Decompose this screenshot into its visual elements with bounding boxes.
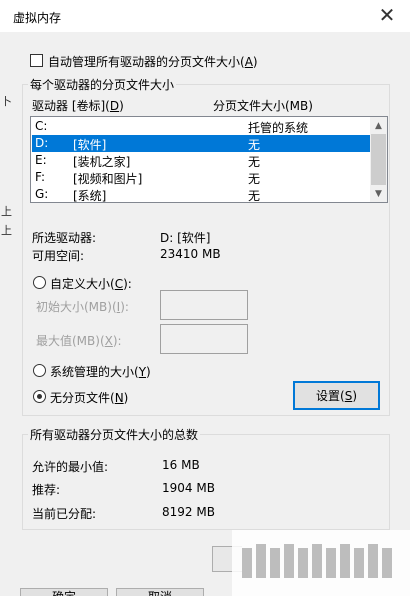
dialog-title: 虚拟内存 (13, 11, 62, 25)
selected-drive-label: 所选驱动器: (32, 231, 97, 245)
drive-letter: D: (35, 136, 49, 150)
drive-label: [装机之家] (73, 155, 131, 169)
recommended-label: 推荐: (32, 483, 61, 497)
close-icon: ✕ (378, 3, 396, 27)
drive-label: [软件] (73, 138, 107, 152)
free-space-label: 可用空间: (32, 249, 85, 263)
cancel-button[interactable]: 取消 (116, 588, 204, 596)
background-window-fragment: 上 (1, 224, 12, 237)
background-window-fragment: 卜 (1, 95, 12, 108)
min-size-value: 16 MB (162, 458, 200, 472)
no-paging-label[interactable]: 无分页文件(N) (50, 389, 128, 406)
max-size-input[interactable] (160, 324, 248, 354)
scroll-thumb[interactable] (371, 134, 386, 185)
drive-row-e[interactable]: E: [装机之家] 无 (32, 152, 372, 169)
drive-label: [系统] (73, 189, 107, 203)
set-button[interactable]: 设置(S) (293, 381, 380, 410)
totals-group-title: 所有驱动器分页文件大小的总数 (28, 426, 201, 443)
recommended-value: 1904 MB (162, 481, 215, 495)
drive-letter: E: (35, 153, 47, 167)
drive-size: 无 (248, 155, 261, 169)
drive-size: 托管的系统 (248, 121, 309, 135)
drive-letter: C: (35, 119, 48, 133)
close-button[interactable]: ✕ (374, 2, 400, 28)
background-window-fragment: 上 (1, 205, 12, 218)
drive-row-g[interactable]: G: [系统] 无 (32, 186, 372, 203)
auto-manage-checkbox[interactable] (30, 54, 43, 67)
drive-row-d[interactable]: D: [软件] 无 (32, 135, 372, 152)
drive-letter: G: (35, 187, 49, 201)
selected-drive-value: D: [软件] (160, 231, 211, 245)
drive-label: [视频和图片] (73, 172, 143, 186)
drive-letter: F: (35, 170, 46, 184)
max-size-label: 最大值(MB)(X): (36, 334, 122, 348)
drive-listbox[interactable]: C: 托管的系统 D: [软件] 无 E: [装机之家] 无 F: [视频和图片… (30, 116, 388, 203)
custom-size-label[interactable]: 自定义大小(C): (50, 275, 132, 292)
scroll-down-icon[interactable]: ▼ (370, 185, 387, 202)
system-managed-label[interactable]: 系统管理的大小(Y) (50, 363, 151, 380)
current-allocated-label: 当前已分配: (32, 507, 97, 521)
title-bar (0, 0, 410, 32)
ok-button[interactable]: 确定 (20, 588, 108, 596)
no-paging-radio[interactable] (33, 390, 46, 403)
free-space-value: 23410 MB (160, 247, 221, 261)
drives-group-title: 每个驱动器的分页文件大小 (28, 76, 177, 93)
drive-row-f[interactable]: F: [视频和图片] 无 (32, 169, 372, 186)
drive-row-c[interactable]: C: 托管的系统 (32, 118, 372, 135)
system-managed-radio[interactable] (33, 364, 46, 377)
initial-size-label: 初始大小(MB)(I): (36, 300, 129, 314)
drive-column-header: 驱动器 [卷标](D) (32, 99, 124, 113)
current-allocated-value: 8192 MB (162, 505, 215, 519)
size-column-header: 分页文件大小(MB) (213, 99, 313, 113)
min-size-label: 允许的最小值: (32, 460, 109, 474)
custom-size-radio[interactable] (33, 276, 46, 289)
initial-size-input[interactable] (160, 290, 248, 320)
drive-size: 无 (248, 172, 261, 186)
scroll-up-icon[interactable]: ▲ (370, 117, 387, 134)
drive-size: 无 (248, 189, 261, 203)
auto-manage-label[interactable]: 自动管理所有驱动器的分页文件大小(A) (48, 53, 258, 70)
watermark-logo (232, 530, 410, 596)
drive-size: 无 (248, 138, 261, 152)
list-scrollbar[interactable]: ▲ ▼ (370, 117, 387, 202)
